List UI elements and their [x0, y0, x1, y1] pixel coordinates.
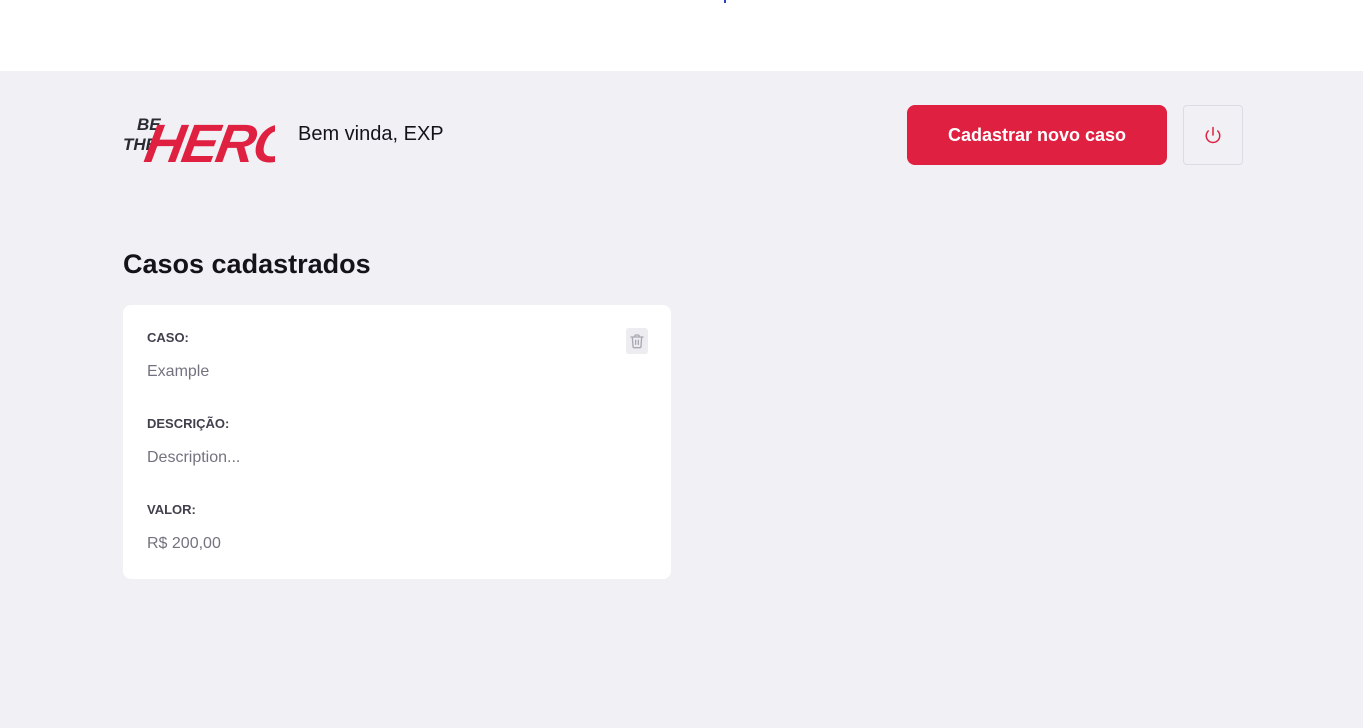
case-card: CASO: Example DESCRIÇÃO: Description... … [123, 305, 671, 579]
value-label: VALOR: [147, 502, 196, 517]
description-value: Description... [147, 449, 241, 466]
description-label: DESCRIÇÃO: [147, 416, 230, 431]
case-title-label: CASO: [147, 330, 189, 345]
delete-case-button[interactable] [626, 328, 648, 354]
new-case-button[interactable]: Cadastrar novo caso [907, 105, 1167, 165]
be-the-hero-logo: BE THE HERO [123, 113, 275, 167]
logout-button[interactable] [1183, 105, 1243, 165]
logo-hero: HERO [140, 113, 275, 167]
case-title-value: Example [147, 363, 210, 380]
power-icon [1205, 126, 1221, 144]
welcome-text: Bem vinda, EXP [298, 123, 444, 145]
top-strip [0, 0, 1365, 71]
value-amount: R$ 200,00 [147, 535, 221, 552]
trash-icon [630, 334, 644, 349]
top-marker [724, 0, 726, 3]
page-title: Casos cadastrados [123, 249, 371, 279]
profile-page: BE THE HERO Bem vinda, EXP Cadastrar nov… [0, 71, 1365, 728]
header: BE THE HERO Bem vinda, EXP Cadastrar nov… [123, 105, 1243, 167]
